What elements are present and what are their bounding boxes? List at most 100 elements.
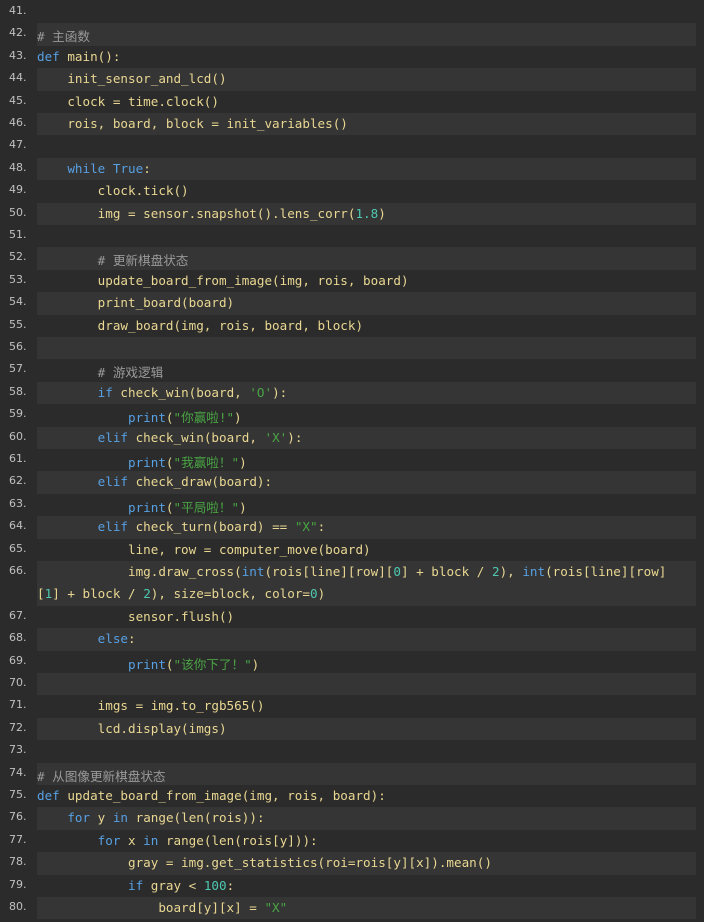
line-number: 47.: [9, 138, 27, 152]
code-line[interactable]: 57. # 游戏逻辑: [0, 359, 704, 381]
line-number: 64.: [9, 519, 27, 533]
code-token: init_sensor_and_lcd(): [37, 71, 227, 87]
code-token: :: [317, 519, 326, 535]
code-line[interactable]: 68. else:: [0, 628, 704, 651]
code-line[interactable]: 74. # 从图像更新棋盘状态: [0, 762, 704, 785]
line-number: 76.: [9, 810, 27, 824]
code-token: 2: [491, 564, 500, 579]
line-number: 61.: [9, 452, 27, 465]
code-token: (: [173, 810, 182, 826]
code-line[interactable]: 44. init_sensor_and_lcd(): [0, 68, 704, 91]
code-token: (: [165, 455, 174, 470]
code-token: def: [37, 788, 60, 803]
code-token: elif: [97, 429, 129, 445]
code-line[interactable]: 51.: [0, 225, 704, 247]
code-text: # 主函数: [37, 23, 696, 46]
code-token: 'O': [249, 384, 273, 400]
code-line[interactable]: 73.: [0, 740, 704, 762]
code-token: range: [135, 810, 174, 826]
code-text: else:: [37, 628, 696, 651]
code-line[interactable]: 46. rois, board, block = init_variables(…: [0, 113, 704, 136]
code-line[interactable]: 54. print_board(board): [0, 292, 704, 315]
code-line[interactable]: 65. line, row = computer_move(board): [0, 539, 704, 561]
line-number: 65.: [9, 541, 27, 555]
code-line[interactable]: 66. img.draw_cross(int(rois[line][row][0…: [0, 561, 704, 606]
code-text: clock.tick(): [37, 180, 696, 202]
code-token: int: [241, 564, 265, 579]
code-line[interactable]: 71. imgs = img.to_rgb565(): [0, 695, 704, 717]
line-number: 72.: [9, 720, 27, 734]
line-number: 58.: [9, 384, 27, 398]
code-line[interactable]: 79. if gray < 100:: [0, 875, 704, 897]
code-token: 0: [310, 586, 318, 601]
code-token: rois, board, block = init_variables(): [37, 116, 348, 131]
code-line[interactable]: 50. img = sensor.snapshot().lens_corr(1.…: [0, 202, 704, 225]
code-token: :: [226, 877, 235, 893]
code-token: print: [128, 656, 166, 672]
code-token: True: [112, 160, 144, 176]
code-text: if check_win(board, 'O'):: [37, 381, 696, 405]
line-number: 70.: [9, 676, 27, 689]
code-line[interactable]: 70.: [0, 673, 704, 696]
code-line[interactable]: 64. elif check_turn(board) == "X":: [0, 516, 704, 539]
code-editor[interactable]: 41. 42. # 主函数 43. def main(): 44. init_sensor…: [0, 0, 704, 922]
code-token: check_win(board,: [128, 429, 265, 445]
code-token: ): [239, 499, 247, 515]
code-text: update_board_from_image(img, rois, board…: [37, 270, 696, 292]
code-line[interactable]: 67. sensor.flush(): [0, 606, 704, 628]
code-line[interactable]: 69. print("该你下了！"): [0, 651, 704, 673]
code-line[interactable]: 72. lcd.display(imgs): [0, 717, 704, 741]
code-token: gray = img.get_statistics(roi=rois[y][x]…: [37, 855, 492, 871]
code-line[interactable]: 63. print("平局啦！"): [0, 494, 704, 516]
code-line[interactable]: 48. while True:: [0, 157, 704, 181]
code-token: "该你下了！": [173, 656, 252, 672]
code-line[interactable]: 49. clock.tick(): [0, 180, 704, 202]
code-line[interactable]: 76. for y in range(len(rois)):: [0, 807, 704, 830]
code-line[interactable]: 41.: [0, 1, 704, 23]
line-number: 62.: [9, 474, 27, 488]
code-line[interactable]: 78. gray = img.get_statistics(roi=rois[y…: [0, 852, 704, 875]
line-number: 79.: [9, 877, 27, 891]
code-token: clock = time.clock(): [37, 93, 219, 109]
code-line[interactable]: 43. def main():: [0, 46, 704, 68]
line-number: 63.: [9, 496, 27, 510]
code-token: ): [317, 586, 326, 601]
line-number: 53.: [9, 272, 27, 286]
code-line[interactable]: 61. print("我赢啦！"): [0, 449, 704, 471]
code-line[interactable]: 42. # 主函数: [0, 23, 704, 46]
line-number: 68.: [9, 631, 27, 645]
code-token: print_board(board): [37, 295, 235, 311]
code-line[interactable]: 62. elif check_draw(board):: [0, 471, 704, 494]
code-line[interactable]: 55. draw_board(img, rois, board, block): [0, 315, 704, 337]
code-token: ] + block /: [52, 586, 144, 601]
code-token: board[y][x] =: [37, 900, 265, 915]
code-line[interactable]: 80. board[y][x] = "X": [0, 897, 704, 920]
code-line[interactable]: 56.: [0, 337, 704, 360]
code-token: img.draw_cross(: [37, 564, 242, 579]
code-line[interactable]: 58. if check_win(board, 'O'):: [0, 381, 704, 405]
code-line[interactable]: 53. update_board_from_image(img, rois, b…: [0, 270, 704, 292]
code-text: rois, board, block = init_variables(): [37, 113, 696, 136]
code-line[interactable]: 77. for x in range(len(rois[y])):: [0, 830, 704, 852]
code-token: update_board_from_image(img, rois, board…: [37, 272, 409, 288]
code-line[interactable]: 52. # 更新棋盘状态: [0, 247, 704, 270]
code-line[interactable]: 60. elif check_win(board, 'X'):: [0, 426, 704, 449]
code-text: print("该你下了！"): [37, 651, 696, 673]
line-number: 51.: [9, 228, 27, 241]
code-line[interactable]: 47.: [0, 135, 704, 157]
code-text: lcd.display(imgs): [37, 717, 696, 741]
code-token: :: [128, 631, 136, 647]
code-text: clock = time.clock(): [37, 91, 696, 113]
code-line[interactable]: 59. print("你赢啦!"): [0, 404, 704, 426]
code-line[interactable]: 75. def update_board_from_image(img, rois…: [0, 785, 704, 807]
code-token: (: [165, 410, 174, 426]
line-number: 57.: [9, 362, 27, 376]
code-text: # 更新棋盘状态: [37, 247, 696, 270]
code-line[interactable]: 45. clock = time.clock(): [0, 91, 704, 113]
line-number: 60.: [9, 429, 27, 443]
